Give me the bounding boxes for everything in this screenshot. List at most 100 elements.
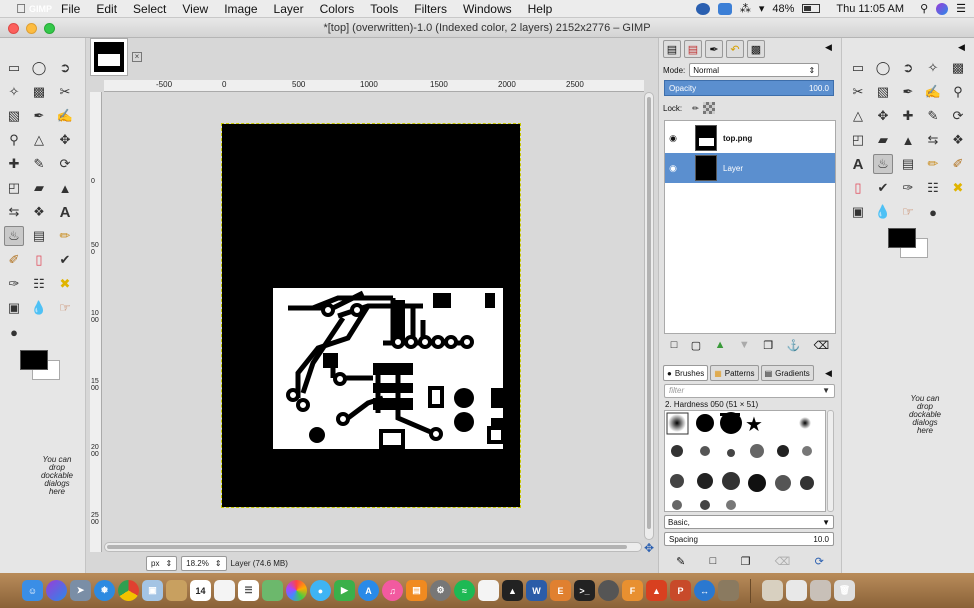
rect-select-icon[interactable]: ▭	[848, 58, 868, 78]
eraser-icon[interactable]: ▯	[29, 250, 49, 270]
paths-icon[interactable]: ✒	[898, 82, 918, 102]
paths-icon[interactable]: ✒	[29, 106, 49, 126]
preview-icon[interactable]: ▣	[142, 580, 163, 601]
creative-cloud-icon[interactable]	[695, 2, 710, 15]
system-preferences-icon[interactable]: ⚙	[430, 580, 451, 601]
new-brush-icon[interactable]: □	[710, 555, 717, 567]
perspective-icon[interactable]: ▲	[898, 130, 918, 150]
image-tab-thumbnail[interactable]	[90, 38, 128, 76]
teamviewer-icon[interactable]	[717, 2, 732, 15]
channels-tab-icon[interactable]: ▤	[684, 40, 702, 58]
scale-icon[interactable]: ◰	[848, 130, 868, 150]
facetime-icon[interactable]: ▶	[334, 580, 355, 601]
trash-icon[interactable]: 🗑	[834, 580, 855, 601]
move-icon[interactable]: ✥	[55, 130, 75, 150]
textedit-icon[interactable]	[478, 580, 499, 601]
layer-name[interactable]: Layer	[723, 164, 743, 173]
delete-brush-icon[interactable]: ⌫	[775, 555, 791, 568]
close-tab-icon[interactable]: ×	[132, 52, 142, 62]
crop-icon[interactable]: ✎	[923, 106, 943, 126]
fg-bg-color-swatches[interactable]	[888, 228, 930, 260]
smudge-icon[interactable]: ☞	[55, 298, 75, 318]
zoom-window-button[interactable]	[44, 23, 55, 34]
refresh-brushes-icon[interactable]: ⟳	[815, 555, 824, 568]
folder-stack-icon[interactable]	[810, 580, 831, 601]
terminal-icon[interactable]: >_	[574, 580, 595, 601]
shear-icon[interactable]: ▰	[29, 178, 49, 198]
ellipse-select-icon[interactable]: ◯	[873, 58, 893, 78]
clock[interactable]: Thu 11:05 AM	[836, 3, 904, 15]
rotate-icon[interactable]: ⟳	[948, 106, 968, 126]
bluetooth-icon[interactable]: ⁂	[740, 2, 751, 15]
raise-layer-icon[interactable]: ▲	[715, 339, 726, 351]
smudge-icon[interactable]: ☞	[898, 202, 918, 222]
menu-image[interactable]: Image	[216, 2, 265, 16]
foreground-select-icon[interactable]: ▧	[4, 106, 24, 126]
scissors-select-icon[interactable]: ✂	[848, 82, 868, 102]
fg-bg-color-swatches[interactable]	[20, 350, 62, 382]
align-icon[interactable]: ✚	[898, 106, 918, 126]
clone-icon[interactable]: ☷	[923, 178, 943, 198]
select-by-color-icon[interactable]: ▩	[948, 58, 968, 78]
tab-gradients[interactable]: ▤ Gradients	[760, 365, 814, 381]
zoom-icon[interactable]: ⚲	[4, 130, 24, 150]
scissors-select-icon[interactable]: ✂	[55, 82, 75, 102]
close-window-button[interactable]	[8, 23, 19, 34]
fusion-icon[interactable]: F	[622, 580, 643, 601]
downloads-stack-icon[interactable]	[762, 580, 783, 601]
lower-layer-icon[interactable]: ▼	[739, 339, 750, 351]
gimp-dock-icon[interactable]	[718, 580, 739, 601]
align-icon[interactable]: ✚	[4, 154, 24, 174]
cage-transform-icon[interactable]: ❖	[29, 202, 49, 222]
perspective-clone-icon[interactable]: ▣	[4, 298, 24, 318]
spotify-icon[interactable]: ≈	[454, 580, 475, 601]
powerpoint-icon[interactable]: P	[670, 580, 691, 601]
menu-filters[interactable]: Filters	[406, 2, 455, 16]
dodge-burn-icon[interactable]: ●	[4, 322, 24, 342]
heal-icon[interactable]: ✖	[55, 274, 75, 294]
crop-icon[interactable]: ✎	[29, 154, 49, 174]
perspective-clone-icon[interactable]: ▣	[848, 202, 868, 222]
color-picker-icon[interactable]: ✍	[923, 82, 943, 102]
photos-icon[interactable]	[286, 580, 307, 601]
paths-tab-icon[interactable]: ✒	[705, 40, 723, 58]
brush-preset-select[interactable]: Basic, ▼	[664, 515, 834, 529]
app-store-icon[interactable]: A	[358, 580, 379, 601]
tab-patterns[interactable]: ▦ Patterns	[710, 365, 759, 381]
brushes-panel-menu-icon[interactable]: ◀	[825, 368, 832, 379]
visibility-eye-icon[interactable]: ◉	[665, 133, 681, 144]
layer-row[interactable]: ◉ Layer	[665, 153, 835, 183]
bucket-fill-icon[interactable]: ♨	[873, 154, 893, 174]
zoom-icon[interactable]: ⚲	[948, 82, 968, 102]
teamviewer-dock-icon[interactable]: ↔	[694, 580, 715, 601]
cage-transform-icon[interactable]: ❖	[948, 130, 968, 150]
foreground-color-swatch[interactable]	[888, 228, 916, 248]
flip-icon[interactable]: ⇆	[4, 202, 24, 222]
anchor-layer-icon[interactable]: ⚓	[787, 339, 801, 352]
fuzzy-select-icon[interactable]: ✧	[923, 58, 943, 78]
clone-icon[interactable]: ☷	[29, 274, 49, 294]
scale-icon[interactable]: ◰	[4, 178, 24, 198]
safari-icon[interactable]: ❅	[94, 580, 115, 601]
itunes-icon[interactable]: ♫	[382, 580, 403, 601]
free-select-icon[interactable]: ➲	[898, 58, 918, 78]
brush-filter-input[interactable]: filter ▼	[664, 384, 835, 398]
lock-alpha-icon[interactable]	[702, 102, 715, 114]
menu-tools[interactable]: Tools	[362, 2, 406, 16]
fuzzy-select-icon[interactable]: ✧	[4, 82, 24, 102]
zoom-selector[interactable]: 18.2% ⇕	[181, 556, 227, 571]
minimize-window-button[interactable]	[26, 23, 37, 34]
menu-help[interactable]: Help	[520, 2, 561, 16]
right-dock-menu-icon[interactable]: ◀	[958, 42, 965, 53]
menu-app-gimp[interactable]: GIMP	[29, 0, 53, 19]
menu-windows[interactable]: Windows	[455, 2, 520, 16]
menu-file[interactable]: File	[53, 2, 88, 16]
eraser-icon[interactable]: ▯	[848, 178, 868, 198]
maps-icon[interactable]	[262, 580, 283, 601]
bucket-fill-icon[interactable]: ♨	[4, 226, 24, 246]
eagle-icon[interactable]: E	[550, 580, 571, 601]
shear-icon[interactable]: ▰	[873, 130, 893, 150]
brush-grid-scrollbar[interactable]	[827, 410, 834, 512]
flame-app-icon[interactable]: ▲	[646, 580, 667, 601]
text-tool-icon[interactable]: A	[848, 154, 868, 174]
